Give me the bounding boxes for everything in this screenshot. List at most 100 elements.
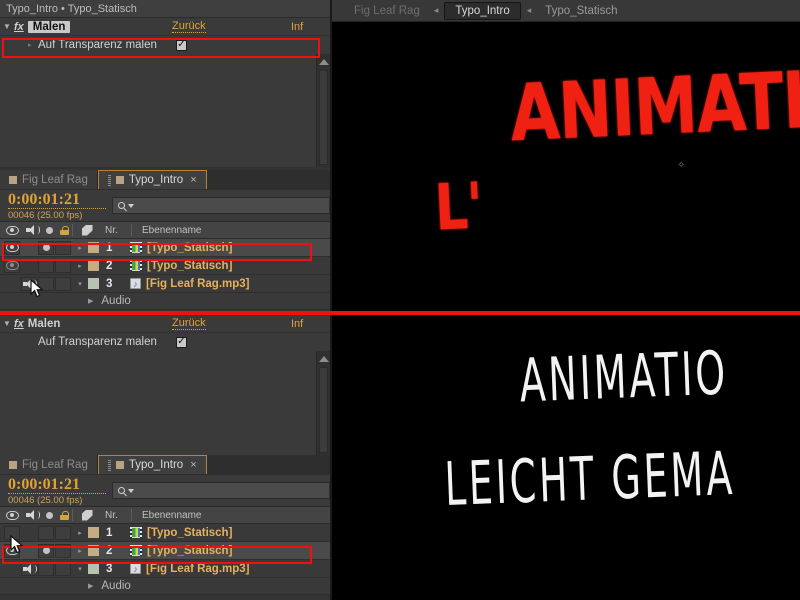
tab-grip-icon[interactable]	[108, 460, 111, 471]
current-timecode-bottom[interactable]: 0:00:01:21	[8, 476, 106, 494]
tab-close-icon[interactable]: ×	[190, 174, 196, 186]
layer-name-cell[interactable]: ♪ [Fig Leaf Rag.mp3]	[130, 278, 250, 290]
lock-toggle[interactable]	[55, 544, 71, 558]
breadcrumb-item-fig-leaf-rag[interactable]: Fig Leaf Rag	[346, 3, 428, 19]
layer-color-swatch[interactable]	[88, 242, 99, 253]
layer-twirl-icon[interactable]: ▾	[72, 280, 88, 288]
layer-color-swatch[interactable]	[88, 260, 99, 271]
layer-name-cell[interactable]: [Typo_Statisch]	[130, 242, 232, 254]
speaker-icon	[26, 510, 39, 520]
audio-toggle[interactable]	[21, 562, 37, 576]
timeline-search-input-bottom[interactable]	[112, 482, 330, 499]
property-checkbox-auf-transparenz-malen-top[interactable]: ✓	[176, 40, 187, 51]
effect-property-row-bottom[interactable]: Auf Transparenz malen ✓	[0, 333, 330, 351]
timeline-tab-fig-leaf-rag-bottom[interactable]: Fig Leaf Rag	[0, 455, 98, 474]
solo-toggle[interactable]	[38, 562, 54, 576]
layer-name-cell[interactable]: [Typo_Statisch]	[130, 527, 232, 539]
solo-toggle[interactable]	[38, 526, 54, 540]
effect-header-malen-top[interactable]: ▼ fx Malen Zurück Inf	[0, 18, 330, 36]
table-row[interactable]: ▾ 3 ♪ [Fig Leaf Rag.mp3]	[0, 275, 330, 293]
layer-twirl-icon[interactable]: ▸	[72, 529, 88, 537]
table-row[interactable]: ▸ 1 [Typo_Statisch]	[0, 239, 330, 257]
timeline-tab-fig-leaf-rag-top[interactable]: Fig Leaf Rag	[0, 170, 98, 189]
solo-toggle[interactable]	[38, 544, 54, 558]
visibility-toggle[interactable]	[4, 259, 20, 273]
effect-header-malen-bottom[interactable]: ▼ fx Malen Zurück Inf	[0, 315, 330, 333]
timeline-tab-typo-intro-bottom[interactable]: Typo_Intro ×	[98, 455, 207, 474]
layer-twirl-icon[interactable]: ▸	[72, 547, 88, 555]
layer-name-cell[interactable]: [Typo_Statisch]	[130, 260, 232, 272]
solo-toggle[interactable]	[38, 241, 54, 255]
visibility-toggle[interactable]	[4, 241, 20, 255]
audio-toggle[interactable]	[21, 259, 37, 273]
layer-number: 1	[106, 242, 130, 254]
property-twirl-icon-top[interactable]: ▸	[28, 41, 38, 49]
timeline-tab-label: Fig Leaf Rag	[22, 459, 88, 471]
lock-toggle[interactable]	[55, 259, 71, 273]
property-checkbox-auf-transparenz-malen-bottom[interactable]: ✓	[176, 337, 187, 348]
list-item[interactable]: ▶ Audio	[0, 578, 330, 595]
lock-toggle[interactable]	[55, 241, 71, 255]
timecode-block-bottom[interactable]: 0:00:01:21 00046 (25.00 fps)	[8, 476, 106, 506]
effect-info-link-bottom[interactable]: Inf	[291, 318, 305, 330]
visibility-toggle[interactable]	[4, 277, 20, 291]
breadcrumb-item-typo-intro[interactable]: Typo_Intro	[444, 2, 520, 20]
chevron-down-icon[interactable]	[128, 204, 134, 208]
effect-property-row-top[interactable]: ▸ Auf Transparenz malen ✓	[0, 36, 330, 54]
current-timecode-top[interactable]: 0:00:01:21	[8, 191, 106, 209]
table-row[interactable]: ▸ 1 [Typo_Statisch]	[0, 524, 330, 542]
effect-controls-scrollbar-top[interactable]	[316, 54, 330, 167]
timeline-timecode-bar-top: 0:00:01:21 00046 (25.00 fps)	[0, 190, 330, 222]
layer-color-swatch[interactable]	[88, 563, 99, 574]
effect-controls-scrollbar-bottom[interactable]	[316, 351, 330, 455]
composition-preview-top[interactable]: ANIMATIO L' ✧	[332, 22, 800, 313]
layer-name-label: [Fig Leaf Rag.mp3]	[146, 278, 250, 290]
table-row[interactable]: ▸ 2 [Typo_Statisch]	[0, 542, 330, 560]
chevron-down-icon[interactable]	[128, 489, 134, 493]
table-row[interactable]: ▸ 2 [Typo_Statisch]	[0, 257, 330, 275]
layer-twirl-icon[interactable]: ▾	[72, 565, 88, 573]
layer-twirl-icon[interactable]: ▸	[72, 244, 88, 252]
mouse-cursor-bottom	[10, 535, 24, 555]
timecode-block-top[interactable]: 0:00:01:21 00046 (25.00 fps)	[8, 191, 106, 221]
lock-toggle[interactable]	[55, 277, 71, 291]
timeline-tab-label: Fig Leaf Rag	[22, 174, 88, 186]
search-icon	[118, 487, 125, 494]
layer-color-swatch[interactable]	[88, 527, 99, 538]
effect-twirl-icon-top[interactable]: ▼	[0, 22, 14, 31]
layer-color-swatch[interactable]	[88, 545, 99, 556]
timeline-tabbar-top: Fig Leaf Rag Typo_Intro ×	[0, 170, 330, 190]
layer-twirl-icon[interactable]: ▸	[72, 262, 88, 270]
effect-name-bottom[interactable]: Malen	[28, 318, 61, 330]
scroll-up-arrow-icon-bottom[interactable]	[319, 356, 329, 362]
layer-name-cell[interactable]: [Typo_Statisch]	[130, 545, 232, 557]
lock-toggle[interactable]	[55, 526, 71, 540]
scrollbar-thumb-top[interactable]	[319, 70, 328, 165]
composition-preview-bottom[interactable]: ANIMATIO LEICHT GEMA	[332, 315, 800, 600]
lock-toggle[interactable]	[55, 562, 71, 576]
effect-reset-link-top[interactable]: Zurück	[172, 20, 206, 33]
scroll-up-arrow-icon-top[interactable]	[319, 59, 329, 65]
tab-close-icon[interactable]: ×	[190, 459, 196, 471]
effect-reset-link-bottom[interactable]: Zurück	[172, 317, 206, 330]
effect-twirl-icon-bottom[interactable]: ▼	[0, 319, 14, 328]
effect-controls-body-top	[0, 54, 330, 167]
solo-toggle[interactable]	[38, 259, 54, 273]
audio-group-twirl-icon[interactable]: ▶	[88, 297, 93, 305]
effect-name-top[interactable]: Malen	[28, 21, 71, 33]
list-item[interactable]: ▶ Audio	[0, 293, 330, 310]
timeline-search-input-top[interactable]	[112, 197, 330, 214]
layer-color-swatch[interactable]	[88, 278, 99, 289]
layer-name-cell[interactable]: ♪ [Fig Leaf Rag.mp3]	[130, 563, 250, 575]
panel-divider-vertical[interactable]	[330, 0, 332, 600]
effect-info-link-top[interactable]: Inf	[291, 21, 305, 33]
table-row[interactable]: ▾ 3 ♪ [Fig Leaf Rag.mp3]	[0, 560, 330, 578]
tab-grip-icon[interactable]	[108, 175, 111, 186]
audio-group-twirl-icon[interactable]: ▶	[88, 582, 93, 590]
audio-toggle[interactable]	[21, 241, 37, 255]
scrollbar-thumb-bottom[interactable]	[319, 367, 328, 453]
visibility-toggle[interactable]	[4, 562, 20, 576]
effect-controls-tab-top[interactable]: Typo_Intro • Typo_Statisch	[0, 0, 330, 18]
breadcrumb-item-typo-statisch[interactable]: Typo_Statisch	[537, 3, 625, 19]
timeline-tab-typo-intro-top[interactable]: Typo_Intro ×	[98, 170, 207, 189]
